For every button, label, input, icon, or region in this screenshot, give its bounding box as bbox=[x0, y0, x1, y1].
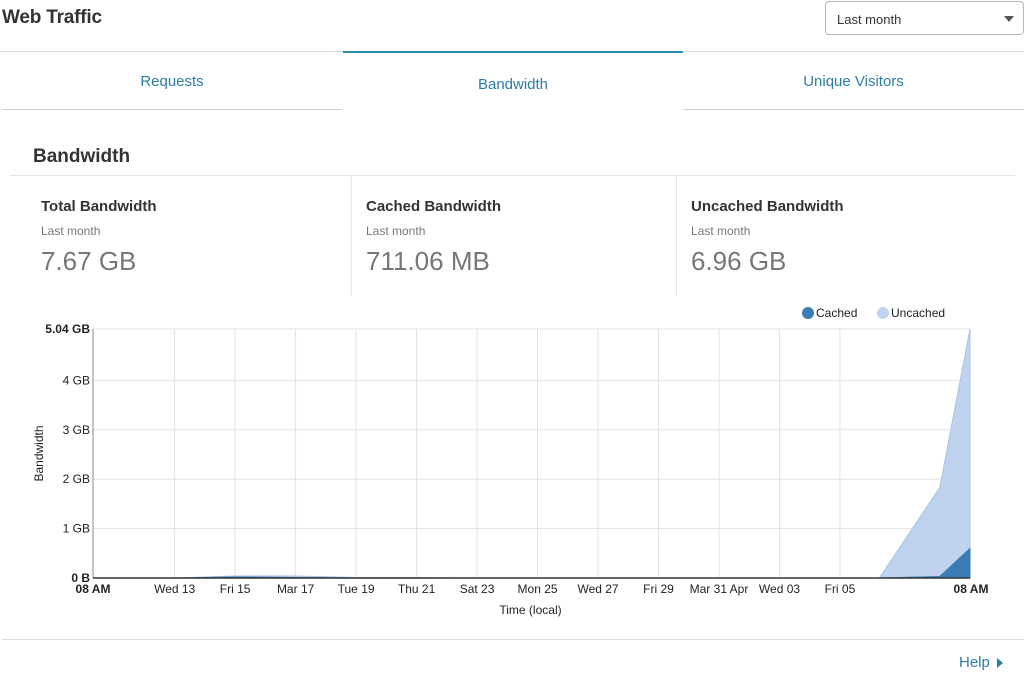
x-tick-label: Tue 19 bbox=[338, 582, 375, 596]
stat-total-bandwidth: Total Bandwidth Last month 7.67 GB bbox=[10, 176, 351, 296]
stat-uncached-bandwidth: Uncached Bandwidth Last month 6.96 GB bbox=[676, 176, 1015, 296]
x-tick-label: Wed 03 bbox=[759, 582, 800, 596]
plot-area bbox=[93, 329, 970, 578]
tab-bar: Requests Bandwidth Unique Visitors bbox=[0, 51, 1024, 110]
bandwidth-chart-svg: 0 B1 GB2 GB3 GB4 GB5.04 GB08 AM Wed 13 Fri… bbox=[32, 306, 989, 617]
y-tick-label: 2 GB bbox=[63, 472, 90, 486]
x-tick-label: Mar 17 bbox=[277, 582, 315, 596]
x-tick-label: Wed 13 bbox=[154, 582, 195, 596]
x-tick-label: Fri 15 bbox=[220, 582, 251, 596]
x-tick-label: Thu 21 bbox=[398, 582, 436, 596]
help-link[interactable]: Help bbox=[959, 654, 990, 671]
tab-bandwidth[interactable]: Bandwidth bbox=[343, 51, 683, 110]
section-title: Bandwidth bbox=[33, 146, 131, 167]
x-tick-label: Mon 25 bbox=[518, 582, 558, 596]
stat-period: Last month bbox=[691, 224, 751, 238]
y-tick-label: 4 GB bbox=[63, 373, 90, 387]
stat-value: 7.67 GB bbox=[41, 246, 137, 276]
legend-cached-swatch bbox=[802, 307, 814, 319]
y-tick-label: 5.04 GB bbox=[45, 322, 90, 336]
legend-uncached-label: Uncached bbox=[891, 306, 945, 320]
x-tick-label: Fri 05 bbox=[825, 582, 856, 596]
stat-value: 6.96 GB bbox=[691, 246, 787, 276]
page-title: Web Traffic bbox=[2, 7, 102, 28]
tab-requests[interactable]: Requests bbox=[2, 51, 342, 110]
x-tick-label: Fri 29 bbox=[643, 582, 674, 596]
stat-value: 711.06 MB bbox=[366, 246, 490, 276]
stat-label: Cached Bandwidth bbox=[366, 198, 502, 215]
y-tick-label: 1 GB bbox=[63, 522, 90, 536]
stat-period: Last month bbox=[366, 224, 426, 238]
stat-period: Last month bbox=[41, 224, 101, 238]
time-range-select[interactable]: Last month bbox=[825, 1, 1024, 35]
y-tick-label: 3 GB bbox=[63, 423, 90, 437]
y-axis-title: Bandwidth bbox=[32, 425, 46, 481]
chevron-down-icon bbox=[1004, 16, 1014, 22]
x-tick-label: Wed 27 bbox=[577, 582, 618, 596]
bandwidth-chart: 0 B1 GB 2 GB 3 GB 4 GB 5.04 GB 08 AM Wed 13 Fri… bbox=[0, 296, 1024, 626]
chevron-right-icon bbox=[997, 658, 1003, 668]
x-axis-title: Time (local) bbox=[499, 603, 561, 617]
tab-unique-visitors[interactable]: Unique Visitors bbox=[683, 51, 1024, 110]
x-tick-label: 08 AM bbox=[76, 582, 111, 596]
legend-cached-label: Cached bbox=[816, 306, 857, 320]
x-tick-label: Sat 23 bbox=[460, 582, 495, 596]
legend-uncached-swatch bbox=[877, 307, 889, 319]
x-tick-label: Mar 31 Apr bbox=[690, 582, 749, 596]
stat-cached-bandwidth: Cached Bandwidth Last month 711.06 MB bbox=[351, 176, 676, 296]
stat-label: Uncached Bandwidth bbox=[691, 198, 844, 215]
footer-divider bbox=[2, 639, 1024, 640]
stat-label: Total Bandwidth bbox=[41, 198, 157, 215]
x-tick-label: 08 AM bbox=[954, 582, 989, 596]
time-range-value: Last month bbox=[837, 12, 902, 27]
